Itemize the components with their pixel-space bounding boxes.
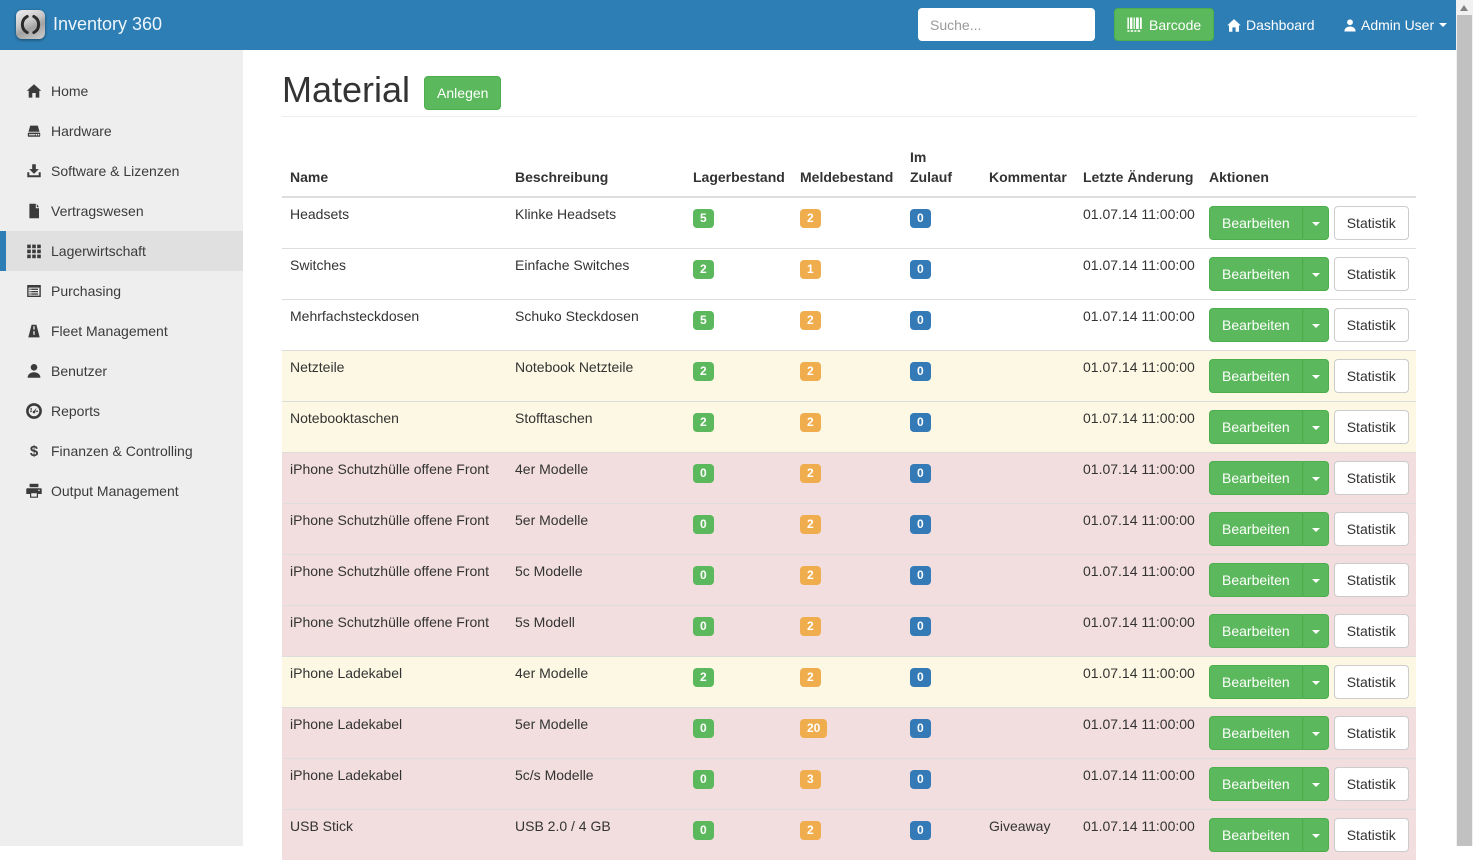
svg-text:$: $ — [30, 443, 39, 459]
